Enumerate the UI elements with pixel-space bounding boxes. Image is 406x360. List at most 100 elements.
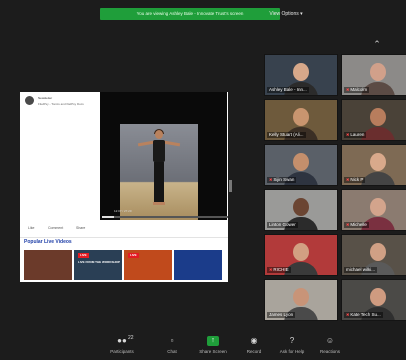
participant-face (370, 108, 386, 126)
participant-name: Kate Tech Su... (350, 312, 381, 317)
participant-tile[interactable]: Linton Gower (264, 189, 338, 231)
participant-name-label: ✖Nick P (344, 177, 366, 183)
participant-name: Nick P (350, 177, 364, 182)
participant-tile[interactable]: ✖Malcolm (341, 54, 406, 96)
reactions-icon: ☺ (325, 336, 335, 345)
like-button[interactable]: Like (28, 226, 34, 230)
live-badge: LIVE (128, 253, 139, 258)
share-button[interactable]: Share (76, 226, 85, 230)
ask-for-help-button[interactable]: ? Ask for Help (272, 334, 312, 358)
share-screen-button[interactable]: ↑ Share Screen (193, 334, 233, 358)
participant-name-label: James Lyon (267, 312, 296, 318)
live-video-thumbnail[interactable] (174, 250, 222, 280)
post-header: Newsletter FitelPsy - Tonics and fitelPs… (20, 92, 100, 122)
participant-name: Ashley Bale - Inn... (269, 87, 307, 92)
muted-mic-icon: ✖ (269, 177, 273, 182)
participant-name: Malcolm (350, 87, 368, 92)
participant-name: michael wilki... (346, 267, 376, 272)
reactions-label: Reactions (319, 349, 340, 354)
share-screen-label: Share Screen (199, 349, 227, 354)
muted-mic-icon: ✖ (269, 267, 273, 272)
chat-label: Chat (167, 349, 177, 354)
participants-icon: ●● (117, 336, 127, 345)
record-icon: ◉ (250, 336, 258, 345)
participant-name: Linton Gower (269, 222, 296, 227)
participant-tile[interactable]: James Lyon (264, 279, 338, 321)
chat-button[interactable]: ▫ Chat (152, 334, 192, 358)
participant-gallery: Ashley Bale - Inn... ✖Malcolm Kelly Stuart… (264, 54, 406, 324)
comment-button[interactable]: Comment (48, 226, 63, 230)
record-button[interactable]: ◉ Record (234, 334, 274, 358)
participant-tile[interactable]: ✖Kate Tech Su... (341, 279, 406, 321)
live-badge: LIVE (78, 253, 89, 258)
shared-screen: Newsletter FitelPsy - Tonics and fitelPs… (20, 92, 228, 282)
participant-name: Lauren (350, 132, 365, 137)
view-options-button[interactable]: View Options ▾ (262, 8, 310, 20)
video-progress-bar[interactable] (102, 216, 228, 218)
chat-icon: ▫ (170, 336, 174, 345)
post-caption: FitelPsy - Tonics and fitelPsy Docs (38, 102, 84, 106)
participants-label: Participants (110, 349, 134, 354)
participant-tile[interactable]: ✖Lauren (341, 99, 406, 141)
participant-name: Michelle (350, 222, 367, 227)
participant-name: Sijin Swan (273, 177, 295, 182)
participant-name-label: ✖Malcolm (344, 87, 370, 93)
page-avatar (25, 96, 34, 105)
participant-name: RICHIE (273, 267, 289, 272)
participant-face (293, 198, 309, 216)
thumbnail-caption: LIVE FROM THE WORKSHOP (78, 260, 120, 264)
participant-tile[interactable]: ✖Sijin Swan (264, 144, 338, 186)
participant-tile[interactable]: Ashley Bale - Inn... (264, 54, 338, 96)
participants-button[interactable]: ●● 22 Participants (102, 334, 142, 358)
participant-name-label: michael wilki... (344, 267, 378, 273)
live-video-thumbnail[interactable] (24, 250, 72, 280)
participant-name-label: Ashley Bale - Inn... (267, 87, 309, 93)
participant-face (293, 63, 309, 81)
participant-count: 22 (128, 335, 134, 341)
participant-tile[interactable]: ✖Michelle (341, 189, 406, 231)
muted-mic-icon: ✖ (346, 132, 350, 137)
participant-name-label: ✖Sijin Swan (267, 177, 297, 183)
participant-tile[interactable]: ✖Nick P (341, 144, 406, 186)
participant-face (370, 63, 386, 81)
muted-mic-icon: ✖ (346, 312, 350, 317)
reactions-button[interactable]: ☺ Reactions (310, 334, 350, 358)
video-time: 12:07 / 27:20 (114, 209, 132, 213)
participant-face (293, 153, 309, 171)
participant-name: James Lyon (269, 312, 294, 317)
participant-name-label: Kelly Stuart (Ali... (267, 132, 306, 138)
participant-face (370, 153, 386, 171)
post-actions: Like Comment Share (20, 225, 228, 235)
help-icon: ? (289, 336, 295, 345)
participant-tile[interactable]: michael wilki... (341, 234, 406, 276)
live-video-thumbnail[interactable]: LIVE (124, 250, 172, 280)
video-player[interactable]: 12:07 / 27:20 (100, 92, 228, 220)
record-label: Record (246, 349, 262, 354)
participant-tile[interactable]: ✖RICHIE (264, 234, 338, 276)
participant-name-label: Linton Gower (267, 222, 298, 228)
popular-live-videos-title: Popular Live Videos (24, 239, 72, 245)
muted-mic-icon: ✖ (346, 222, 350, 227)
instructor-figure (137, 129, 181, 214)
muted-mic-icon: ✖ (346, 87, 350, 92)
video-progress-fill (102, 216, 114, 218)
participant-tile[interactable]: Kelly Stuart (Ali... (264, 99, 338, 141)
participant-name-label: ✖Kate Tech Su... (344, 312, 383, 318)
screen-share-banner: You are viewing Ashley Bale - Innovate T… (100, 8, 280, 20)
resize-handle[interactable] (229, 180, 232, 192)
ask-for-help-label: Ask for Help (279, 349, 305, 354)
participant-name-label: ✖RICHIE (267, 267, 291, 273)
video-frame (120, 124, 198, 220)
participant-face (293, 243, 309, 261)
participant-name-label: ✖Lauren (344, 132, 367, 138)
participant-face (293, 108, 309, 126)
participant-face (370, 198, 386, 216)
muted-mic-icon: ✖ (346, 177, 350, 182)
divider (20, 237, 228, 238)
chevron-up-icon[interactable]: ⌃ (368, 38, 386, 50)
share-screen-icon: ↑ (207, 336, 219, 346)
participant-face (293, 288, 309, 306)
live-video-thumbnail[interactable]: LIVE LIVE FROM THE WORKSHOP (74, 250, 122, 280)
participant-name: Kelly Stuart (Ali... (269, 132, 304, 137)
participant-face (370, 288, 386, 306)
